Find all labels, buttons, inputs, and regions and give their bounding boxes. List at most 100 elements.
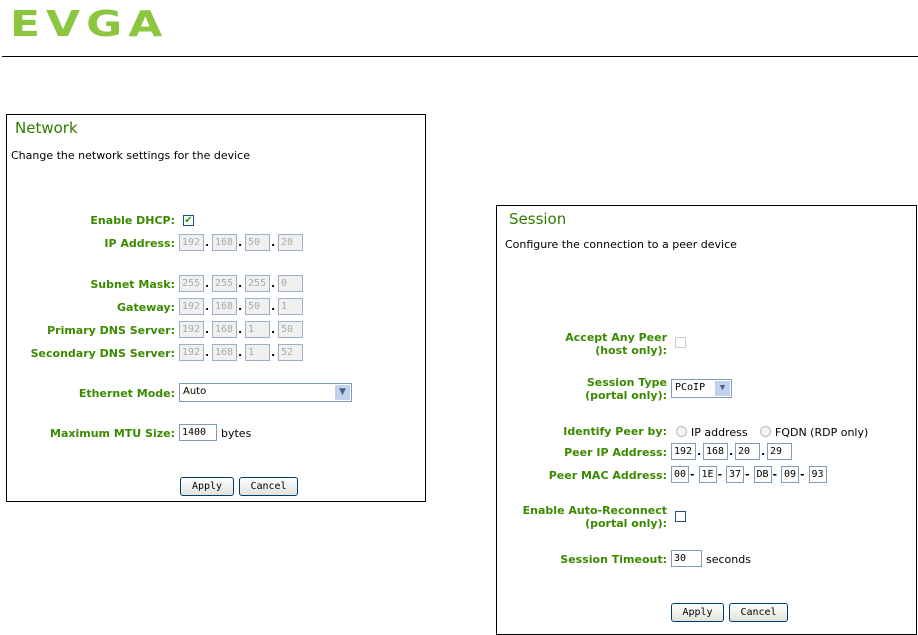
peer-mac-octet-4[interactable] [753,466,772,483]
session-panel [496,205,917,635]
peer-mac-octet-5[interactable] [781,466,799,483]
separator: . [271,346,276,359]
auto-reconnect-checkbox[interactable] [675,511,686,522]
separator: . [205,323,210,336]
session-timeout-unit: seconds [706,553,751,566]
session-apply-button[interactable]: Apply [671,603,724,622]
secondary-dns-octet-3[interactable] [245,344,270,361]
chevron-down-icon: ▼ [715,381,730,396]
gateway-octet-4[interactable] [278,298,303,315]
mtu-input[interactable] [179,424,217,441]
mtu-label: Maximum MTU Size: [50,427,175,440]
network-apply-button[interactable]: Apply [180,477,234,496]
subnet-mask-octet-1[interactable] [179,275,204,292]
separator: . [205,277,210,290]
auto-reconnect-label-line2: (portal only): [585,517,667,530]
network-title: Network [15,119,78,137]
ethernet-mode-value: Auto [183,386,207,397]
separator: . [238,346,243,359]
separator: . [271,277,276,290]
separator: . [205,346,210,359]
separator: . [729,445,734,458]
peer-mac-octet-1[interactable] [671,466,689,483]
separator: . [238,236,243,249]
separator: . [205,236,210,249]
peer-ip-octet-1[interactable] [671,443,696,460]
ip-address-octet-4[interactable] [278,234,303,251]
peer-mac-label: Peer MAC Address: [548,469,667,482]
session-type-select[interactable]: PCoIP ▼ [671,379,732,398]
primary-dns-octet-1[interactable] [179,321,204,338]
separator: . [271,236,276,249]
gateway-octet-1[interactable] [179,298,204,315]
secondary-dns-octet-1[interactable] [179,344,204,361]
secondary-dns-label: Secondary DNS Server: [30,347,175,360]
primary-dns-label: Primary DNS Server: [47,324,175,337]
separator: . [238,323,243,336]
subnet-mask-octet-4[interactable] [278,275,303,292]
primary-dns-octet-3[interactable] [245,321,270,338]
separator: . [761,445,766,458]
ip-address-label: IP Address: [104,237,175,250]
gateway-octet-3[interactable] [245,298,270,315]
peer-ip-octet-4[interactable] [767,443,792,460]
primary-dns-octet-4[interactable] [278,321,303,338]
peer-ip-label: Peer IP Address: [564,446,667,459]
peer-ip-octet-3[interactable] [735,443,760,460]
separator: . [271,300,276,313]
ethernet-label: Ethernet Mode: [78,387,175,400]
identify-peer-label: Identify Peer by: [563,425,667,438]
evga-logo: EVGA [10,4,169,45]
separator: - [745,468,750,481]
separator: . [238,277,243,290]
ip-address-octet-3[interactable] [245,234,270,251]
separator: - [800,468,805,481]
peer-ip-octet-2[interactable] [703,443,728,460]
network-description: Change the network settings for the devi… [11,149,250,162]
dhcp-label: Enable DHCP: [90,214,175,227]
gateway-label: Gateway: [117,301,175,314]
fqdn-radio[interactable] [760,426,771,437]
subnet-mask-octet-3[interactable] [245,275,270,292]
separator: - [717,468,723,481]
accept-peer-label: Accept Any Peer (host only): [565,331,667,357]
session-type-label-line2: (portal only): [585,389,667,402]
session-title: Session [509,210,567,228]
session-type-label-line1: Session Type [586,376,667,389]
ip-address-octet-1[interactable] [179,234,204,251]
header-divider [2,56,918,57]
session-timeout-input[interactable] [671,550,702,567]
subnet-mask-label: Subnet Mask: [90,278,175,291]
peer-mac-octet-2[interactable] [698,466,717,483]
session-description: Configure the connection to a peer devic… [505,238,737,251]
session-cancel-button[interactable]: Cancel [729,603,788,622]
fqdn-option-label: FQDN (RDP only) [775,426,869,439]
secondary-dns-octet-2[interactable] [212,344,237,361]
session-timeout-label: Session Timeout: [560,553,667,566]
ip-address-option-label: IP address [691,426,748,439]
ethernet-mode-select[interactable]: Auto ▼ [179,383,352,402]
accept-peer-label-line1: Accept Any Peer [565,331,667,344]
separator: . [205,300,210,313]
separator: . [697,445,702,458]
peer-mac-octet-6[interactable] [808,466,827,483]
session-type-label: Session Type (portal only): [585,376,667,402]
mtu-unit: bytes [221,427,252,440]
separator: . [238,300,243,313]
separator: . [271,323,276,336]
primary-dns-octet-2[interactable] [212,321,237,338]
separator: - [690,468,695,481]
accept-peer-checkbox[interactable] [675,337,686,348]
network-cancel-button[interactable]: Cancel [239,477,298,496]
auto-reconnect-label: Enable Auto-Reconnect (portal only): [523,504,667,530]
subnet-mask-octet-2[interactable] [212,275,237,292]
ip-address-octet-2[interactable] [212,234,237,251]
peer-mac-octet-3[interactable] [726,466,744,483]
auto-reconnect-label-line1: Enable Auto-Reconnect [522,504,667,517]
chevron-down-icon: ▼ [335,385,350,400]
session-type-value: PCoIP [675,382,706,393]
ip-address-radio[interactable] [676,426,687,437]
dhcp-checkbox[interactable]: ✔ [183,215,194,226]
secondary-dns-octet-4[interactable] [278,344,303,361]
gateway-octet-2[interactable] [212,298,237,315]
